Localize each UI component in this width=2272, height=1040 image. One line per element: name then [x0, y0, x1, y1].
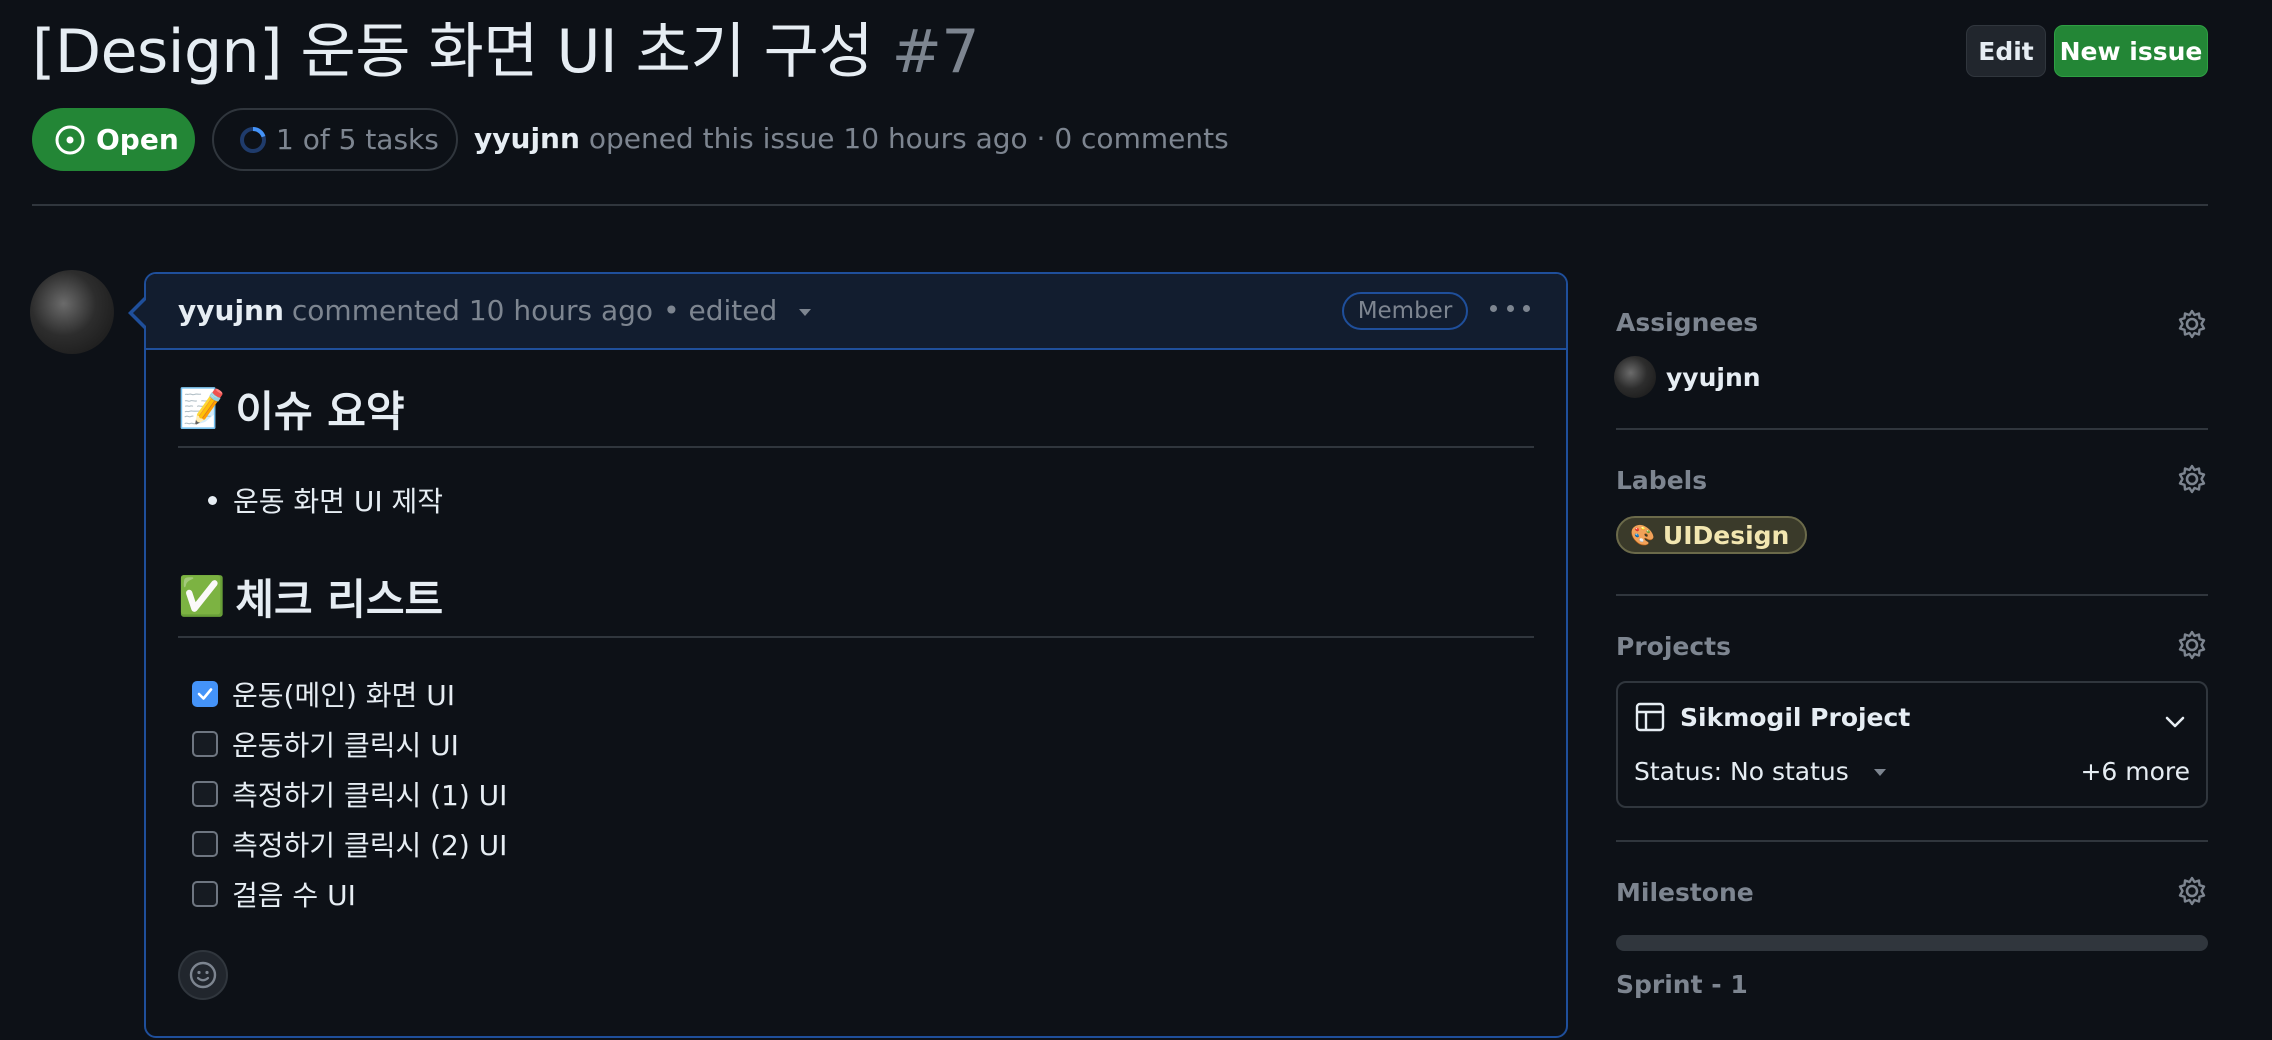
task-label: 측정하기 클릭시 (2) UI — [232, 829, 508, 862]
task-checkbox[interactable] — [192, 881, 218, 907]
comment-edited-label: • edited — [663, 294, 778, 327]
projects-gear-icon[interactable] — [2176, 629, 2208, 661]
milestone-heading: Milestone — [1616, 878, 1754, 907]
check-mark-emoji-icon: ✅ — [178, 574, 226, 618]
comment-author-avatar[interactable] — [30, 270, 114, 354]
memo-emoji-icon: 📝 — [178, 386, 226, 430]
assignee-item[interactable]: yyujnn — [1614, 356, 1761, 398]
task-checkbox[interactable] — [192, 731, 218, 757]
summary-heading-rule — [178, 446, 1534, 448]
add-reaction-button[interactable] — [178, 950, 228, 1000]
issue-state-label: Open — [96, 123, 179, 156]
header-divider — [32, 204, 2208, 206]
checklist-heading-text: 체크 리스트 — [235, 575, 444, 624]
assignee-avatar — [1614, 356, 1656, 398]
task-label: 측정하기 클릭시 (1) UI — [232, 779, 508, 812]
task-checkbox[interactable] — [192, 781, 218, 807]
task-label: 운동하기 클릭시 UI — [232, 729, 459, 762]
checkmark-icon — [197, 688, 213, 700]
checklist-heading-rule — [178, 636, 1534, 638]
issue-meta: yyujnn opened this issue 10 hours ago · … — [474, 122, 1229, 155]
new-issue-button[interactable]: New issue — [2054, 25, 2208, 77]
task-item: 측정하기 클릭시 (1) UI — [192, 774, 507, 814]
comment-time[interactable]: commented 10 hours ago — [292, 294, 653, 327]
task-label: 운동(메인) 화면 UI — [232, 679, 455, 712]
assignee-name: yyujnn — [1666, 362, 1761, 392]
comment-header: yyujnn commented 10 hours ago • edited M… — [146, 274, 1566, 350]
sidebar-divider — [1616, 428, 2208, 430]
issue-open-icon — [55, 125, 85, 154]
bullet-dot — [208, 495, 217, 505]
issue-author-link[interactable]: yyujnn — [474, 122, 580, 155]
edit-button[interactable]: Edit — [1966, 25, 2046, 77]
tasks-progress-badge[interactable]: 1 of 5 tasks — [212, 108, 458, 171]
assignees-heading: Assignees — [1616, 308, 1759, 337]
comment-pointer-inner — [133, 299, 147, 327]
checklist-heading: ✅ 체크 리스트 — [178, 566, 443, 627]
project-card: Sikmogil Project Status: No status +6 mo… — [1616, 681, 2208, 808]
issue-state-badge: Open — [32, 108, 195, 171]
labels-heading: Labels — [1616, 466, 1708, 495]
sidebar-divider — [1616, 594, 2208, 596]
summary-heading: 📝 이슈 요약 — [178, 378, 405, 439]
task-item: 측정하기 클릭시 (2) UI — [192, 824, 507, 864]
palette-emoji-icon: 🎨 — [1630, 523, 1655, 547]
chevron-down-icon[interactable] — [2162, 709, 2188, 735]
table-icon — [1635, 702, 1665, 732]
task-checkbox[interactable] — [192, 831, 218, 857]
task-item: 걸음 수 UI — [192, 874, 356, 914]
task-item: 운동하기 클릭시 UI — [192, 724, 459, 764]
issue-title: [Design] 운동 화면 UI 초기 구성 #7 — [32, 14, 980, 90]
issue-title-text: [Design] 운동 화면 UI 초기 구성 — [32, 17, 874, 87]
project-more-link[interactable]: +6 more — [2080, 757, 2190, 786]
task-checkbox-checked[interactable] — [192, 681, 218, 707]
issue-comment: yyujnn commented 10 hours ago • edited M… — [133, 272, 1568, 1038]
comment-options-icon[interactable] — [1490, 296, 1530, 320]
progress-ring-icon — [240, 126, 266, 153]
summary-heading-text: 이슈 요약 — [235, 387, 405, 436]
member-badge: Member — [1342, 292, 1468, 330]
summary-list-item: 운동 화면 UI 제작 — [208, 480, 443, 520]
milestone-gear-icon[interactable] — [2176, 875, 2208, 907]
assignees-gear-icon[interactable] — [2176, 308, 2208, 340]
caret-down-icon — [799, 309, 812, 316]
summary-item-text: 운동 화면 UI 제작 — [233, 485, 444, 518]
caret-down-icon — [1873, 768, 1886, 776]
smiley-icon — [189, 961, 217, 989]
milestone-progress-bar — [1616, 935, 2208, 951]
comment-author-link[interactable]: yyujnn — [178, 294, 284, 327]
project-status-dropdown[interactable]: Status: No status — [1634, 757, 1889, 786]
label-chip[interactable]: 🎨 UIDesign — [1616, 516, 1808, 554]
projects-heading: Projects — [1616, 632, 1732, 661]
project-name: Sikmogil Project — [1680, 702, 1911, 732]
issue-opened-text: opened this issue 10 hours ago · 0 comme… — [588, 122, 1229, 155]
project-status-label: Status: No status — [1634, 757, 1849, 786]
tasks-progress-label: 1 of 5 tasks — [276, 123, 439, 156]
issue-number: #7 — [891, 17, 980, 87]
project-title[interactable]: Sikmogil Project — [1634, 701, 1910, 733]
task-item: 운동(메인) 화면 UI — [192, 674, 455, 714]
label-name: UIDesign — [1662, 520, 1790, 550]
labels-gear-icon[interactable] — [2176, 463, 2208, 495]
task-label: 걸음 수 UI — [232, 879, 356, 912]
sidebar-divider — [1616, 840, 2208, 842]
comment-edited-toggle[interactable]: • edited — [663, 294, 814, 327]
milestone-name[interactable]: Sprint - 1 — [1616, 970, 1748, 999]
